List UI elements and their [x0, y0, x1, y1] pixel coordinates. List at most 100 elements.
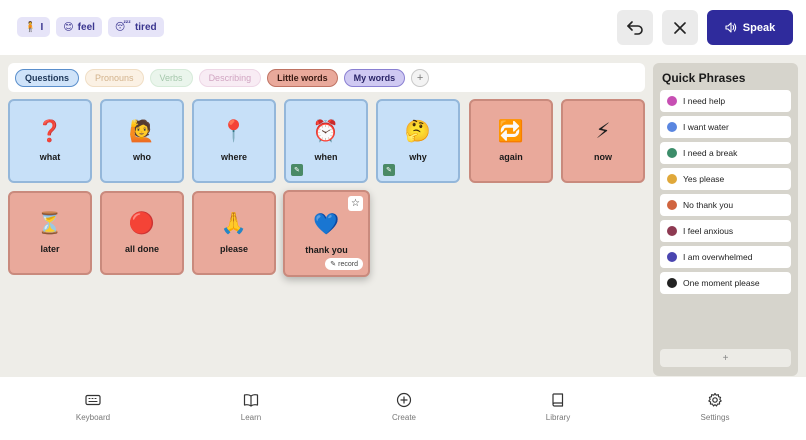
word-tile-who[interactable]: 🙋 who — [100, 99, 184, 183]
recording-indicator-icon: ✎ — [291, 164, 303, 176]
word-tile-when[interactable]: ⏰ when ✎ — [284, 99, 368, 183]
book-open-icon — [243, 394, 259, 407]
phrase-color-dot — [667, 200, 677, 210]
phrase-label: I am overwhelmed — [683, 252, 753, 262]
question-mark-icon: ❓ — [36, 120, 64, 143]
record-label: record — [338, 260, 358, 268]
chip-word: feel — [77, 21, 95, 33]
word-tile-why[interactable]: 🤔 why ✎ — [376, 99, 460, 183]
quick-phrase-item[interactable]: One moment please — [660, 272, 791, 294]
sentence-strip: 🧍 I 😊 feel 😴 tired — [17, 17, 164, 37]
phrase-color-dot — [667, 148, 677, 158]
word-tile-later[interactable]: ⏳ later — [8, 191, 92, 275]
speak-label: Speak — [742, 21, 776, 34]
category-tabs: Questions Pronouns Verbs Describing Litt… — [8, 63, 645, 92]
tile-label: who — [133, 152, 151, 162]
praying-hands-icon: 🙏 — [220, 212, 248, 235]
bottom-nav: Keyboard Learn Create Library Settings — [0, 377, 806, 440]
plus-circle-icon — [396, 392, 412, 408]
star-icon[interactable]: ☆ — [348, 196, 363, 211]
clear-button[interactable] — [662, 10, 698, 45]
sentence-chip[interactable]: 🧍 I — [17, 17, 51, 37]
nav-label: Create — [391, 413, 416, 422]
nav-label: Settings — [700, 413, 730, 422]
gear-icon — [708, 392, 722, 407]
nav-learn[interactable]: Learn — [211, 392, 291, 422]
tab-verbs[interactable]: Verbs — [149, 68, 193, 87]
word-tile-where[interactable]: 📍 where — [192, 99, 276, 183]
quick-phrase-item[interactable]: I am overwhelmed — [660, 246, 791, 268]
phrase-color-dot — [667, 122, 677, 132]
quick-phrase-item[interactable]: Yes please — [660, 168, 791, 190]
nav-settings[interactable]: Settings — [675, 392, 755, 422]
tile-label: now — [594, 152, 612, 162]
person-icon: 🧍 — [24, 21, 37, 33]
tile-label: when — [314, 152, 338, 162]
quick-phrases-panel: Quick Phrases I need help I want water I… — [653, 63, 798, 376]
tile-label: what — [39, 152, 61, 162]
nav-label: Keyboard — [75, 413, 111, 422]
tile-label: all done — [124, 244, 159, 254]
chip-word: I — [40, 21, 44, 33]
red-circle-icon: 🔴 — [128, 212, 156, 235]
nav-library[interactable]: Library — [518, 392, 598, 422]
phrase-label: I need help — [683, 96, 726, 106]
sentence-chip[interactable]: 😊 feel — [56, 17, 102, 37]
tab-pronouns[interactable]: Pronouns — [85, 68, 144, 87]
phrase-color-dot — [667, 174, 677, 184]
recording-indicator-icon: ✎ — [383, 164, 395, 176]
speaker-icon — [725, 22, 736, 33]
tile-label: later — [40, 244, 60, 254]
phrase-color-dot — [667, 278, 677, 288]
phrase-label: No thank you — [683, 200, 734, 210]
close-icon — [674, 21, 686, 34]
speak-button[interactable]: Speak — [707, 10, 793, 45]
sentence-chip[interactable]: 😴 tired — [107, 17, 164, 37]
word-tile-now[interactable]: ⚡ now — [561, 99, 645, 183]
nav-label: Library — [545, 413, 571, 422]
tile-label: again — [499, 152, 523, 162]
word-tile-all-done[interactable]: 🔴 all done — [100, 191, 184, 275]
nav-create[interactable]: Create — [364, 392, 444, 422]
word-tile-what[interactable]: ❓ what — [8, 99, 92, 183]
undo-button[interactable] — [617, 10, 653, 45]
pin-icon: 📍 — [220, 120, 248, 143]
person-raising-hand-icon: 🙋 — [128, 120, 156, 143]
phrase-color-dot — [667, 226, 677, 236]
phrase-label: Yes please — [683, 174, 725, 184]
lightning-icon: ⚡ — [595, 120, 611, 143]
quick-phrase-item[interactable]: I need a break — [660, 142, 791, 164]
record-button[interactable]: ✎ record — [325, 258, 363, 270]
tile-label: why — [409, 152, 427, 162]
phrase-color-dot — [667, 96, 677, 106]
phrase-color-dot — [667, 252, 677, 262]
word-tile-thank-you[interactable]: ☆ 💙 thank you ✎ record — [283, 190, 370, 277]
hourglass-icon: ⏳ — [36, 212, 64, 235]
tab-describing[interactable]: Describing — [198, 68, 262, 87]
nav-keyboard[interactable]: Keyboard — [53, 392, 133, 422]
alarm-clock-icon: ⏰ — [312, 120, 340, 143]
tab-questions[interactable]: Questions — [15, 68, 80, 87]
word-tile-again[interactable]: 🔁 again — [469, 99, 553, 183]
header-bar: 🧍 I 😊 feel 😴 tired Speak — [0, 0, 806, 55]
quick-phrase-item[interactable]: I feel anxious — [660, 220, 791, 242]
repeat-icon: 🔁 — [497, 120, 525, 143]
phrase-label: I feel anxious — [683, 226, 734, 236]
add-category-button[interactable]: + — [411, 68, 430, 87]
book-icon — [552, 393, 564, 407]
quick-phrases-list: I need help I want water I need a break … — [660, 90, 791, 294]
tab-my-words[interactable]: My words — [343, 68, 406, 87]
word-tile-please[interactable]: 🙏 please — [192, 191, 276, 275]
tab-little-words[interactable]: Little words — [267, 68, 338, 87]
smile-icon: 😊 — [63, 21, 74, 33]
quick-phrase-item[interactable]: I want water — [660, 116, 791, 138]
tile-label: thank you — [305, 244, 348, 255]
add-phrase-button[interactable]: + — [660, 349, 791, 367]
quick-phrase-item[interactable]: No thank you — [660, 194, 791, 216]
phrase-label: One moment please — [683, 278, 760, 288]
keyboard-icon — [85, 394, 101, 406]
sleepy-icon: 😴 — [114, 21, 131, 33]
undo-icon — [627, 20, 643, 35]
quick-phrase-item[interactable]: I need help — [660, 90, 791, 112]
tile-label: where — [220, 152, 247, 162]
